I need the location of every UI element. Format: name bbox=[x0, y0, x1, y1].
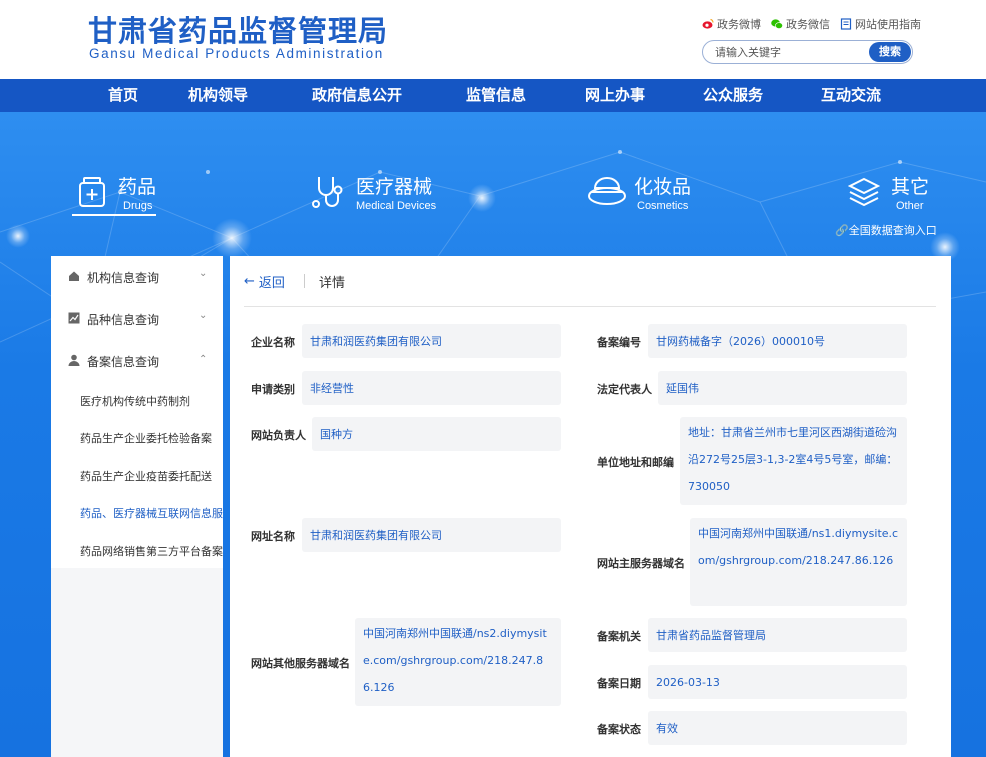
search-box: 搜索 bbox=[702, 40, 913, 64]
category-devices-en: Medical Devices bbox=[356, 200, 437, 212]
chevron-down-icon: ⌄ bbox=[199, 268, 208, 279]
record-status-value: 有效 bbox=[648, 711, 907, 745]
nav-leaders[interactable]: 机构领导 bbox=[188, 79, 248, 112]
guide-link[interactable]: 网站使用指南 bbox=[840, 16, 921, 32]
link-icon: 🔗 bbox=[835, 224, 849, 237]
search-button[interactable]: 搜索 bbox=[869, 42, 911, 62]
glow-dot bbox=[212, 218, 252, 258]
top-links: 政务微博 政务微信 网站使用指南 bbox=[702, 16, 921, 32]
sidebar-section-record-label: 备案信息查询 bbox=[87, 355, 160, 369]
category-cosmetics-en: Cosmetics bbox=[637, 200, 689, 212]
nav-home[interactable]: 首页 bbox=[108, 79, 138, 112]
category-drugs-en: Drugs bbox=[123, 200, 153, 212]
site-manager-label: 网站负责人 bbox=[251, 429, 306, 442]
sidebar-sub-item[interactable]: 药品网络销售第三方平台备案 bbox=[80, 543, 223, 559]
authority-label: 备案机关 bbox=[597, 630, 641, 643]
detail-title: 详情 bbox=[319, 276, 346, 291]
other-domain-label: 网站其他服务器域名 bbox=[251, 657, 350, 670]
sidebar-section-org[interactable]: 机构信息查询 ⌄ bbox=[51, 256, 223, 298]
apply-type-value: 非经营性 bbox=[302, 371, 561, 405]
category-cosmetics-cn: 化妆品 bbox=[634, 176, 692, 198]
category-other-en: Other bbox=[896, 200, 924, 212]
company-name-value: 甘肃和润医药集团有限公司 bbox=[302, 324, 561, 358]
other-domain-value: 中国河南郑州中国联通/ns2.diymysite.com/gshrgroup.c… bbox=[355, 618, 561, 706]
wechat-icon bbox=[771, 19, 783, 29]
divider bbox=[244, 306, 936, 307]
category-cosmetics[interactable]: 化妆品 Cosmetics bbox=[588, 170, 698, 216]
legal-rep-value: 延国伟 bbox=[658, 371, 907, 405]
sidebar: 机构信息查询 ⌄ 品种信息查询 ⌄ 备案信息查询 ⌃ 医疗机构传统中药制剂 药品… bbox=[51, 256, 223, 757]
site-name-value: 甘肃和润医药集团有限公司 bbox=[302, 518, 561, 552]
category-other-cn: 其它 bbox=[891, 176, 930, 198]
legal-rep-label: 法定代表人 bbox=[597, 383, 652, 396]
sidebar-sub-item-active[interactable]: 药品、医疗器械互联网信息服务备案 bbox=[80, 505, 223, 521]
site-header: 甘肃省药品监督管理局 Gansu Medical Products Admini… bbox=[0, 0, 986, 79]
back-button[interactable]: ← 返回 bbox=[244, 272, 285, 291]
sidebar-section-record[interactable]: 备案信息查询 ⌃ bbox=[51, 340, 223, 382]
authority-value: 甘肃省药品监督管理局 bbox=[648, 618, 907, 652]
site-title[interactable]: 甘肃省药品监督管理局 bbox=[88, 8, 388, 50]
main-domain-value: 中国河南郑州中国联通/ns1.diymysite.com/gshrgroup.c… bbox=[690, 518, 907, 606]
record-no-label: 备案编号 bbox=[597, 336, 641, 349]
nav-regulation[interactable]: 监管信息 bbox=[466, 79, 526, 112]
chevron-up-icon: ⌃ bbox=[199, 354, 208, 365]
glow-dot bbox=[468, 184, 496, 212]
category-drugs[interactable]: 药品 Drugs bbox=[72, 170, 162, 216]
site-name-label: 网址名称 bbox=[251, 530, 295, 543]
address-value: 地址：甘肃省兰州市七里河区西湖街道硷沟沿272号25层3-1,3-2室4号5号室… bbox=[680, 417, 907, 505]
chart-icon bbox=[68, 312, 80, 324]
sidebar-section-variety-label: 品种信息查询 bbox=[87, 313, 160, 327]
drug-box-icon bbox=[79, 177, 105, 207]
layers-icon bbox=[848, 177, 880, 207]
sidebar-section-org-label: 机构信息查询 bbox=[87, 271, 160, 285]
arrow-left-icon: ← bbox=[244, 274, 255, 289]
category-other[interactable]: 其它 Other bbox=[848, 170, 938, 216]
sidebar-sub-item[interactable]: 药品生产企业疫苗委托配送 bbox=[80, 468, 223, 484]
active-underline bbox=[72, 214, 156, 216]
wechat-link[interactable]: 政务微信 bbox=[771, 16, 830, 32]
user-icon bbox=[68, 354, 80, 366]
company-name-label: 企业名称 bbox=[251, 336, 295, 349]
category-medical-devices[interactable]: 医疗器械 Medical Devices bbox=[311, 170, 441, 216]
main-domain-label: 网站主服务器域名 bbox=[597, 557, 685, 570]
nav-public-service[interactable]: 公众服务 bbox=[703, 79, 763, 112]
sidebar-sub-item[interactable]: 药品生产企业委托检验备案 bbox=[80, 430, 223, 446]
detail-panel: ← 返回 详情 企业名称 甘肃和润医药集团有限公司 申请类别 非经营性 网站负责… bbox=[230, 256, 951, 757]
sidebar-section-variety[interactable]: 品种信息查询 ⌄ bbox=[51, 298, 223, 340]
home-icon bbox=[69, 271, 79, 281]
record-no-value: 甘网药械备字（2026）000010号 bbox=[648, 324, 907, 358]
national-data-link-label: 全国数据查询入口 bbox=[848, 224, 937, 237]
main-nav: 首页 机构领导 政府信息公开 监管信息 网上办事 公众服务 互动交流 bbox=[0, 79, 986, 112]
record-date-value: 2026-03-13 bbox=[648, 665, 907, 699]
sidebar-sub-item[interactable]: 医疗机构传统中药制剂 bbox=[80, 393, 223, 409]
address-label: 单位地址和邮编 bbox=[597, 456, 674, 469]
site-manager-value: 国种方 bbox=[312, 417, 561, 451]
site-subtitle: Gansu Medical Products Administration bbox=[89, 46, 384, 61]
weibo-link[interactable]: 政务微博 bbox=[702, 16, 761, 32]
apply-type-label: 申请类别 bbox=[251, 383, 295, 396]
guide-icon bbox=[840, 18, 852, 30]
category-drugs-cn: 药品 bbox=[118, 176, 157, 198]
nav-gov-info[interactable]: 政府信息公开 bbox=[312, 79, 402, 112]
chevron-down-icon: ⌄ bbox=[199, 310, 208, 321]
wechat-link-label: 政务微信 bbox=[786, 18, 830, 31]
stethoscope-icon bbox=[312, 177, 343, 208]
glow-dot bbox=[6, 224, 30, 248]
category-devices-cn: 医疗器械 bbox=[356, 176, 433, 198]
guide-link-label: 网站使用指南 bbox=[855, 18, 921, 31]
nav-online-service[interactable]: 网上办事 bbox=[585, 79, 645, 112]
cosmetics-jar-icon bbox=[588, 177, 626, 205]
weibo-icon bbox=[702, 18, 714, 29]
record-status-label: 备案状态 bbox=[597, 723, 641, 736]
national-data-link[interactable]: 🔗全国数据查询入口 bbox=[835, 222, 937, 238]
nav-interaction[interactable]: 互动交流 bbox=[821, 79, 881, 112]
weibo-link-label: 政务微博 bbox=[717, 18, 761, 31]
search-input[interactable] bbox=[715, 44, 865, 60]
divider bbox=[304, 274, 305, 288]
record-date-label: 备案日期 bbox=[597, 677, 641, 690]
back-button-label: 返回 bbox=[258, 276, 285, 291]
